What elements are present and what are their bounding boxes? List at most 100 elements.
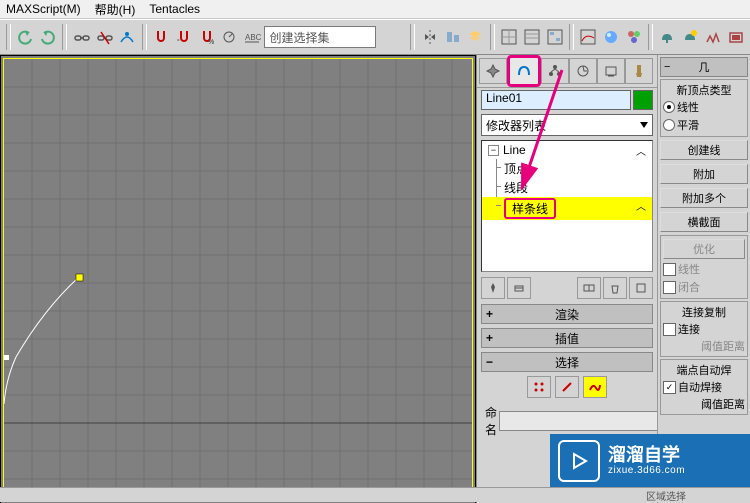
quick-render-button[interactable] — [703, 23, 724, 51]
watermark-title: 溜溜自学 — [608, 446, 685, 466]
separator — [142, 24, 147, 50]
material-editor-button[interactable] — [601, 23, 622, 51]
menu-bar: MAXScript(M) 帮助(H) Tentacles — [0, 0, 750, 19]
dropdown-arrow-icon — [640, 122, 648, 128]
render-setup-button[interactable] — [657, 23, 678, 51]
watermark: 溜溜自学 zixue.3d66.com — [550, 434, 750, 488]
object-name-input[interactable]: Line01 — [481, 90, 631, 110]
watermark-logo-icon — [558, 440, 600, 482]
status-area-select: 区域选择 — [646, 488, 686, 503]
vertex-level-icon[interactable] — [527, 376, 551, 398]
layers-button[interactable] — [465, 23, 486, 51]
spline-vertex[interactable] — [76, 274, 83, 281]
linear-check[interactable]: 线性 — [663, 260, 745, 278]
linear-radio[interactable]: 线性 — [663, 98, 745, 116]
align-button[interactable] — [442, 23, 463, 51]
attach-mult-button[interactable]: 附加多个 — [660, 188, 748, 208]
stack-collapse-icon[interactable]: ︿ — [636, 143, 646, 158]
make-unique-button[interactable] — [577, 277, 601, 299]
named-sel-abc-button[interactable]: ABC — [242, 23, 263, 51]
separator — [410, 24, 415, 50]
cross-section-button[interactable]: 横截面 — [660, 212, 748, 232]
stack-sub-vertex[interactable]: 顶点 — [482, 159, 652, 178]
utilities-tab[interactable] — [625, 58, 653, 84]
stack-sub-spline[interactable]: 样条线 ︿ — [482, 197, 652, 220]
svg-text:°: ° — [177, 38, 180, 46]
pin-stack-button[interactable] — [481, 277, 505, 299]
unlink-button[interactable] — [94, 23, 115, 51]
schematic-view-button[interactable] — [544, 23, 565, 51]
dope-sheet-button[interactable] — [521, 23, 542, 51]
spinner-snap-button[interactable] — [219, 23, 240, 51]
status-bar: 区域选择 — [0, 487, 750, 502]
selection-rollout-header[interactable]: −选择 — [481, 352, 653, 372]
closed-check[interactable]: 闭合 — [663, 278, 745, 296]
create-line-button[interactable]: 创建线 — [660, 140, 748, 160]
stack-root-line[interactable]: − Line ︿ — [482, 141, 652, 159]
svg-text:ABC: ABC — [245, 33, 261, 42]
remove-mod-button[interactable] — [603, 277, 627, 299]
undo-button[interactable] — [15, 23, 36, 51]
modifier-stack[interactable]: − Line ︿ 顶点 线段 样条线 ︿ — [481, 140, 653, 272]
mirror-button[interactable] — [419, 23, 440, 51]
graph-editor-button[interactable] — [578, 23, 599, 51]
link-button[interactable] — [71, 23, 92, 51]
angle-snap-button[interactable]: ° — [173, 23, 194, 51]
interpolation-rollout: +插值 — [481, 328, 653, 348]
auto-weld-group: 端点自动焊 自动焊接 阈值距离 — [660, 359, 748, 415]
auto-weld-check[interactable]: 自动焊接 — [663, 378, 745, 396]
viewport-canvas — [4, 59, 472, 501]
render-rollout: +渲染 — [481, 304, 653, 324]
menu-maxscript[interactable]: MAXScript(M) — [6, 2, 81, 16]
subobject-level-icons — [481, 372, 653, 402]
selection-set-text: 创建选择集 — [269, 29, 329, 46]
material-browser-button[interactable] — [623, 23, 644, 51]
display-tab[interactable] — [597, 58, 625, 84]
show-end-result-button[interactable] — [507, 277, 531, 299]
selection-set-dropdown[interactable]: 创建选择集 — [264, 26, 375, 48]
viewport[interactable] — [0, 55, 476, 503]
smooth-radio[interactable]: 平滑 — [663, 116, 745, 134]
command-panel-tabs — [477, 55, 657, 88]
render-frame-button[interactable] — [725, 23, 746, 51]
stack-toolbar — [481, 276, 653, 300]
attach-button[interactable]: 附加 — [660, 164, 748, 184]
snap-toggle-button[interactable] — [151, 23, 172, 51]
spline-endpoint[interactable] — [4, 355, 9, 360]
named-label: 命名 — [485, 404, 497, 438]
create-tab[interactable] — [479, 58, 507, 84]
object-name-row: Line01 — [477, 88, 657, 112]
separator — [62, 24, 67, 50]
percent-snap-button[interactable]: % — [196, 23, 217, 51]
optimize-group: 优化 线性 闭合 — [660, 235, 748, 299]
bind-spacewarp-button[interactable] — [117, 23, 138, 51]
separator — [490, 24, 495, 50]
selection-rollout: −选择 命名 — [481, 352, 653, 440]
segment-level-icon[interactable] — [555, 376, 579, 398]
separator — [6, 24, 11, 50]
connect-copy-group: 连接复制 连接 阈值距离 — [660, 301, 748, 357]
spline-level-icon[interactable] — [583, 376, 607, 398]
stack-sub-segment[interactable]: 线段 — [482, 178, 652, 197]
optimize-button[interactable]: 优化 — [663, 239, 745, 259]
modifier-list-dropdown[interactable]: 修改器列表 — [481, 114, 653, 136]
modify-tab[interactable] — [507, 55, 541, 87]
curve-editor-button[interactable] — [499, 23, 520, 51]
geometry-rollout-header[interactable]: −几 — [660, 57, 748, 77]
separator — [648, 24, 653, 50]
main-toolbar: ° % ABC 创建选择集 — [0, 19, 750, 55]
render-button[interactable] — [680, 23, 701, 51]
object-color-swatch[interactable] — [633, 90, 653, 110]
hierarchy-tab[interactable] — [541, 58, 569, 84]
motion-tab[interactable] — [569, 58, 597, 84]
interpolation-rollout-header[interactable]: +插值 — [481, 328, 653, 348]
render-rollout-header[interactable]: +渲染 — [481, 304, 653, 324]
svg-text:%: % — [208, 39, 214, 46]
redo-button[interactable] — [38, 23, 59, 51]
menu-help[interactable]: 帮助(H) — [95, 1, 136, 18]
separator — [569, 24, 574, 50]
configure-button[interactable] — [629, 277, 653, 299]
named-selection-input[interactable] — [499, 411, 682, 431]
connect-check[interactable]: 连接 — [663, 320, 745, 338]
menu-tentacles[interactable]: Tentacles — [149, 2, 200, 16]
